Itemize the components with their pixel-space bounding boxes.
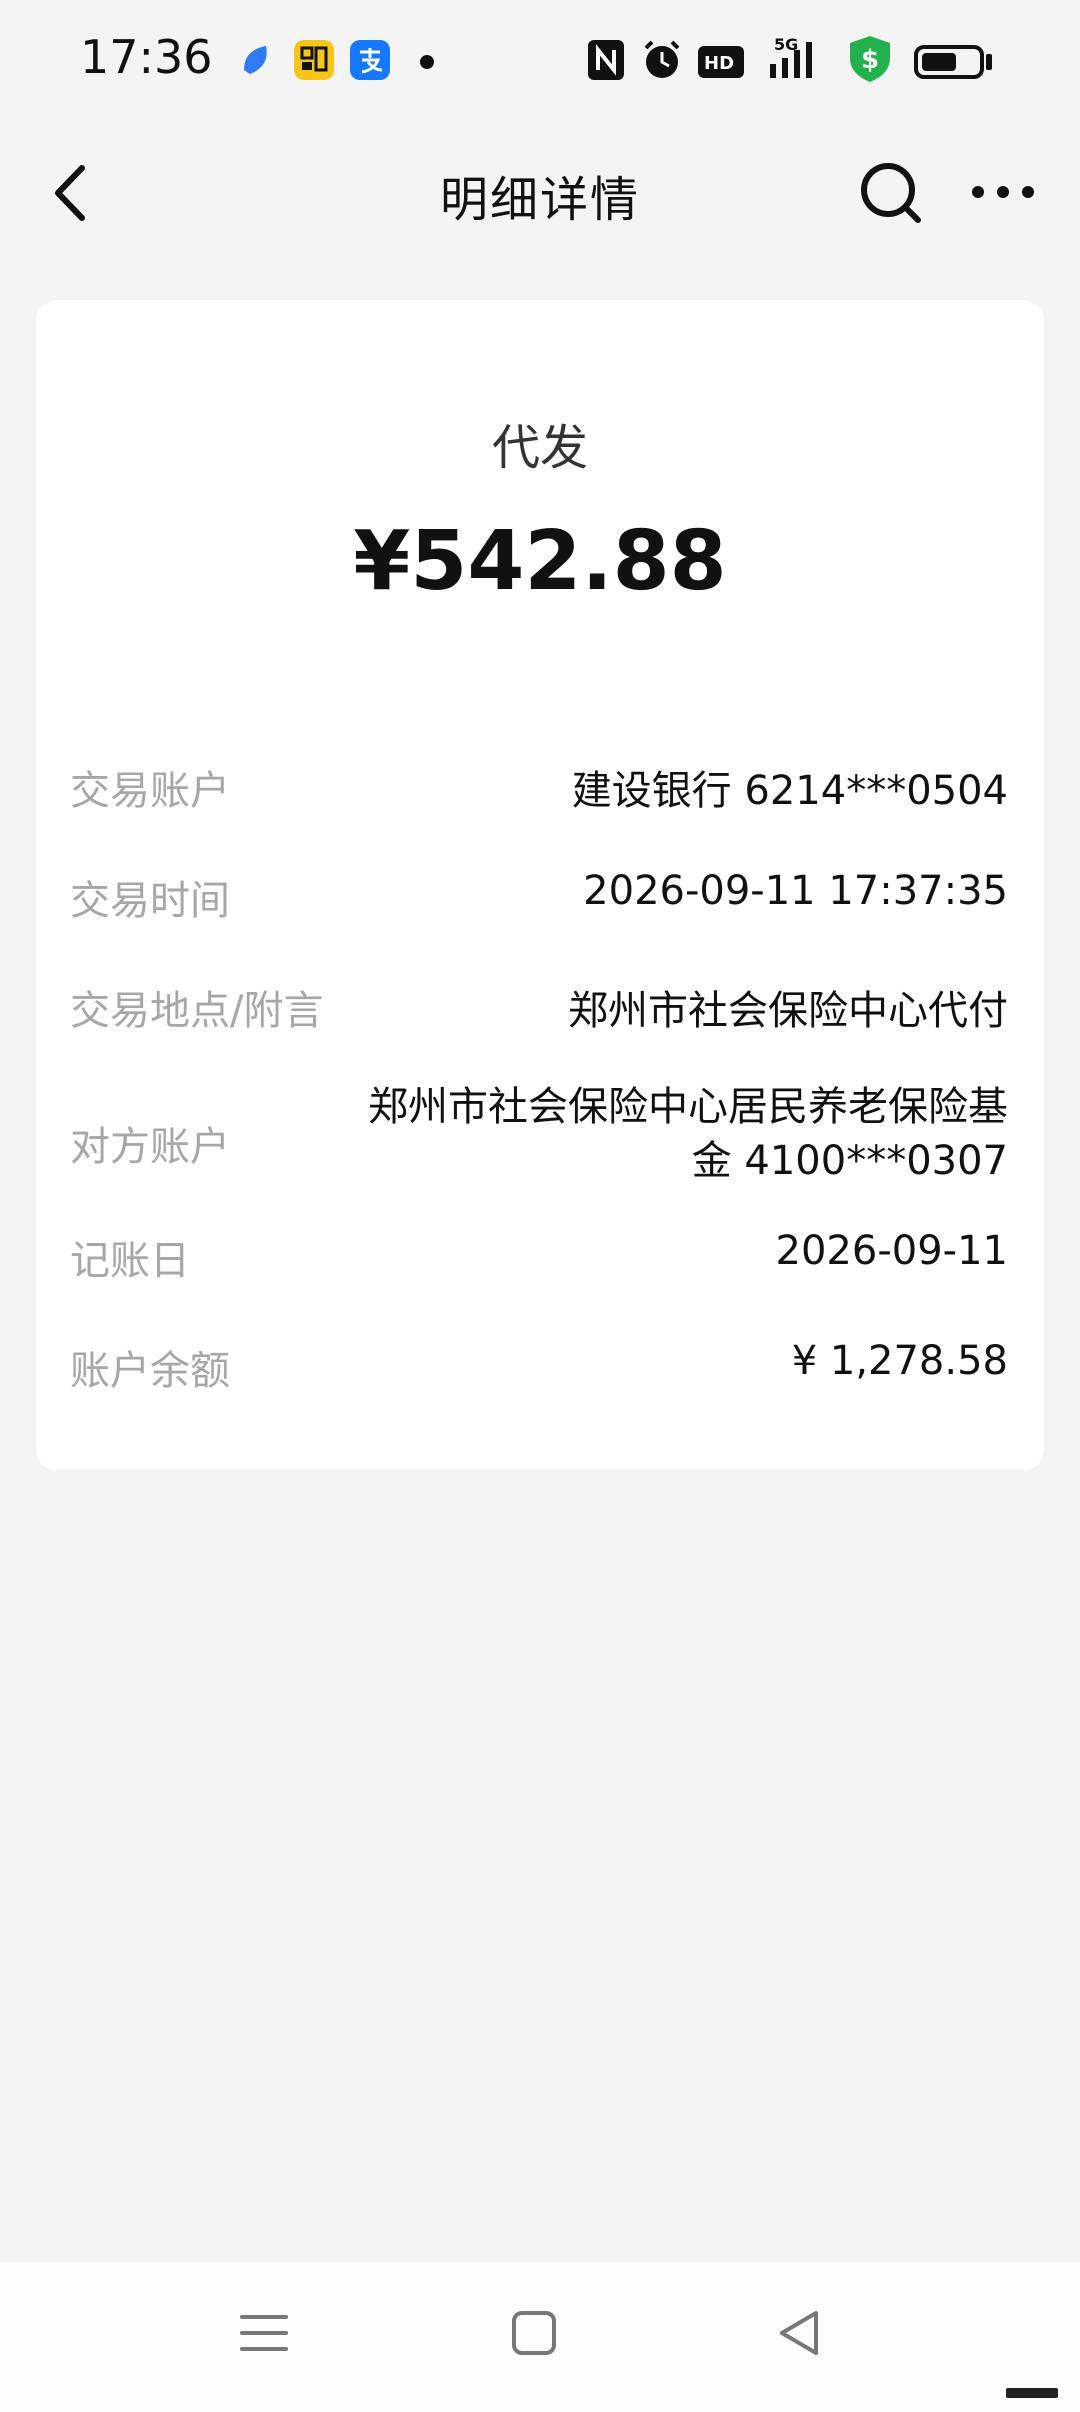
nav-bar: 明细详情 [0,120,1080,270]
row-value-line: 郑州市社会保险中心居民养老保险基 [368,1084,1008,1130]
row-value: 郑州市社会保险中心代付 [568,988,1008,1034]
status-bar: 17:36 HD 5G $ [0,0,1080,120]
row-value-line: 金 4100***0307 [691,1138,1008,1184]
alipay-icon [350,40,390,80]
notification-dot [420,55,434,69]
status-time: 17:36 [80,30,213,84]
shield-dollar-icon: $ [846,34,894,88]
toutiao-icon [294,40,334,80]
nfc-icon [586,38,626,86]
row-value: 2026-09-11 17:37:35 [583,868,1008,914]
row-label: 记账日 [70,1238,190,1284]
hd-icon: HD [698,46,744,82]
row-label: 交易账户 [70,768,230,814]
home-indicator [1006,2388,1058,2398]
search-icon[interactable] [856,158,926,228]
menu-icon[interactable] [238,2307,290,2363]
system-nav-bar [0,2262,1080,2412]
row-value: 2026-09-11 [775,1228,1008,1274]
signal-5g-icon: 5G [760,34,826,86]
row-label: 对方账户 [70,1124,230,1170]
transaction-card: 代发 ¥542.88 交易账户 建设银行 6214***0504 交易时间 20… [36,300,1044,1470]
row-value: ¥ 1,278.58 [791,1338,1008,1384]
alarm-icon [640,38,684,86]
battery-cap [986,54,992,70]
row-value: 建设银行 6214***0504 [571,768,1008,814]
more-dots-icon[interactable] [968,172,1038,212]
svg-text:$: $ [861,45,879,75]
home-square-icon[interactable] [508,2307,560,2363]
row-label: 账户余额 [70,1348,230,1394]
row-label: 交易时间 [70,878,230,924]
row-label: 交易地点/附言 [70,988,324,1034]
back-triangle-icon[interactable] [774,2307,826,2363]
svg-text:HD: HD [704,53,734,74]
screen: 17:36 HD 5G $ 明细详情 代发 ¥542.88 交易账户 建设银行 … [0,0,1080,2412]
transaction-amount: ¥542.88 [353,514,727,609]
transaction-type: 代发 [491,420,588,476]
app-blue-icon [236,40,276,80]
row-value: 郑州市社会保险中心居民养老保险基 金 4100***0307 [348,1080,1008,1188]
battery-icon [914,45,984,79]
